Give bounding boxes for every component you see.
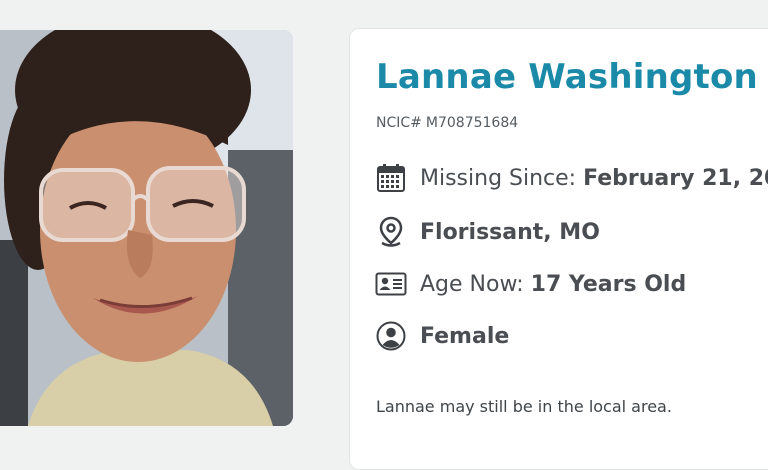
missing-since-text: Missing Since: February 21, 2026 <box>420 166 768 191</box>
ncic-label: NCIC# <box>376 115 422 131</box>
missing-since-date: February 21, 2026 <box>583 165 768 191</box>
map-pin-icon <box>374 215 408 249</box>
id-card-icon <box>374 267 408 301</box>
calendar-icon <box>374 161 408 195</box>
age-label: Age Now: <box>420 271 531 297</box>
location-row: Florissant, MO <box>374 215 600 249</box>
missing-since-label: Missing Since: <box>420 165 584 191</box>
sex-text: Female <box>420 323 510 349</box>
portrait-image <box>0 30 293 426</box>
age-text: Age Now: 17 Years Old <box>420 272 686 297</box>
ncic-value: M708751684 <box>425 115 519 131</box>
location-note: Lannae may still be in the local area. <box>376 397 672 416</box>
person-icon <box>374 319 408 353</box>
location-text: Florissant, MO <box>420 219 600 245</box>
age-row: Age Now: 17 Years Old <box>374 267 686 301</box>
sex-row: Female <box>374 319 509 353</box>
person-name: Lannae Washington <box>376 57 758 97</box>
missing-since-row: Missing Since: February 21, 2026 <box>374 161 768 195</box>
missing-person-photo <box>0 30 293 426</box>
age-value: 17 Years Old <box>530 271 687 297</box>
ncic-number: NCIC# M708751684 <box>376 115 518 131</box>
missing-person-card: Lannae Washington NCIC# M708751684 Missin… <box>349 28 768 470</box>
